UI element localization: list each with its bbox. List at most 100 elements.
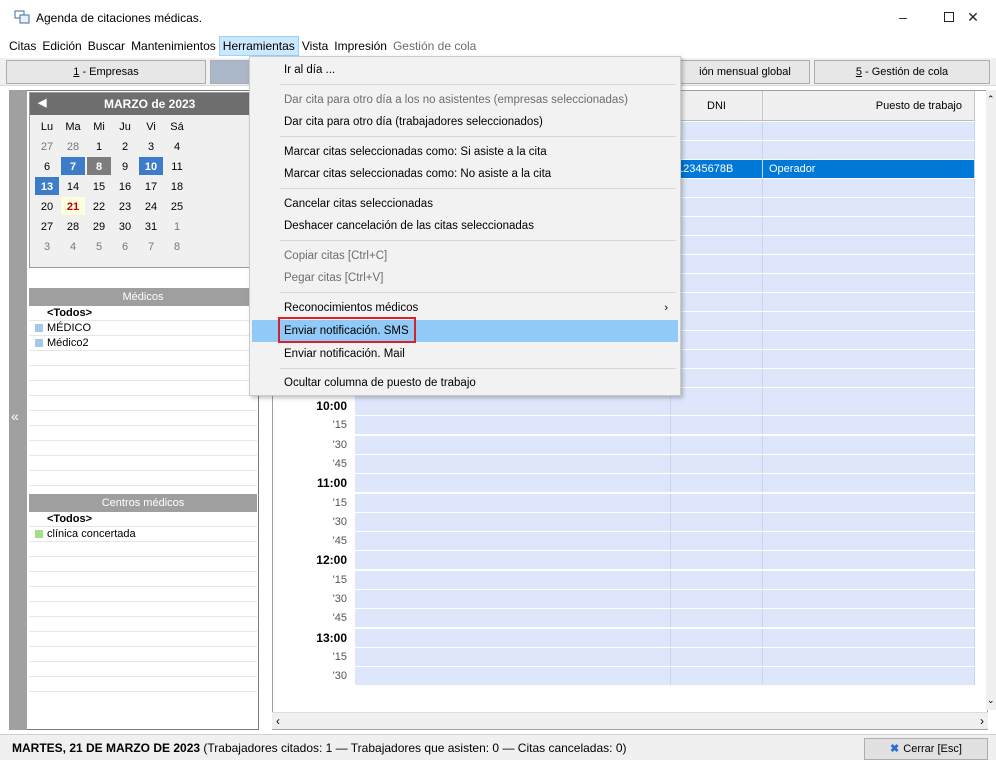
calendar-day[interactable]: 8 bbox=[165, 237, 189, 255]
close-window-button[interactable]: ✕ bbox=[950, 0, 996, 34]
calendar-day[interactable]: 15 bbox=[87, 177, 111, 195]
menu-reconocimientos-medicos[interactable]: Reconocimientos médicos › bbox=[252, 297, 678, 319]
calendar-day[interactable]: 25 bbox=[165, 197, 189, 215]
scroll-down-icon[interactable]: ⌄ bbox=[987, 695, 995, 706]
table-row[interactable]: '45 bbox=[273, 609, 975, 628]
grid-cell-dni[interactable]: 12345678B bbox=[671, 160, 763, 178]
tab-active[interactable] bbox=[210, 60, 250, 84]
grid-cell[interactable] bbox=[355, 609, 671, 628]
grid-cell-puesto[interactable] bbox=[763, 590, 975, 608]
calendar-day[interactable]: 7 bbox=[139, 237, 163, 255]
calendar-day[interactable]: 1 bbox=[165, 217, 189, 235]
grid-cell[interactable] bbox=[355, 590, 671, 608]
table-row[interactable]: 10:00 bbox=[273, 397, 975, 415]
grid-cell-puesto[interactable] bbox=[763, 570, 975, 589]
grid-cell-dni[interactable] bbox=[671, 609, 763, 628]
calendar-day[interactable]: 17 bbox=[139, 177, 163, 195]
grid-cell-puesto[interactable] bbox=[763, 312, 975, 330]
calendar-day[interactable]: 9 bbox=[113, 157, 137, 175]
menu-mantenimientos[interactable]: Mantenimientos bbox=[128, 36, 219, 56]
vertical-scrollbar[interactable]: ⌃ ⌄ bbox=[986, 90, 996, 710]
scroll-left-icon[interactable]: ‹ bbox=[276, 714, 280, 728]
table-row[interactable]: '45 bbox=[273, 454, 975, 473]
menu-gestion-cola[interactable]: Gestión de cola bbox=[390, 36, 479, 56]
calendar-day[interactable]: 18 bbox=[165, 177, 189, 195]
calendar-day[interactable]: 2 bbox=[113, 137, 137, 155]
grid-cell-puesto[interactable] bbox=[763, 255, 975, 273]
menu-herramientas[interactable]: Herramientas bbox=[218, 36, 299, 56]
grid-cell-dni[interactable] bbox=[671, 570, 763, 589]
medicos-item-medico[interactable]: MÉDICO bbox=[29, 321, 257, 336]
grid-cell-dni[interactable] bbox=[671, 493, 763, 512]
grid-cell-dni[interactable] bbox=[671, 198, 763, 216]
grid-cell[interactable] bbox=[355, 512, 671, 531]
grid-cell-dni[interactable] bbox=[671, 454, 763, 473]
grid-cell[interactable] bbox=[355, 416, 671, 435]
grid-cell[interactable] bbox=[355, 551, 671, 570]
calendar-day[interactable]: 10 bbox=[139, 157, 163, 175]
grid-cell-dni[interactable] bbox=[671, 551, 763, 570]
calendar-day[interactable]: 21 bbox=[61, 197, 85, 215]
grid-cell-puesto[interactable]: Operador bbox=[763, 160, 975, 178]
grid-cell[interactable] bbox=[355, 628, 671, 647]
grid-cell[interactable] bbox=[355, 454, 671, 473]
grid-cell[interactable] bbox=[355, 570, 671, 589]
grid-cell-dni[interactable] bbox=[671, 667, 763, 686]
grid-cell-dni[interactable] bbox=[671, 179, 763, 197]
calendar-day[interactable]: 11 bbox=[165, 157, 189, 175]
grid-cell-puesto[interactable] bbox=[763, 551, 975, 570]
grid-cell-dni[interactable] bbox=[671, 255, 763, 273]
calendar-day[interactable]: 23 bbox=[113, 197, 137, 215]
grid-cell-puesto[interactable] bbox=[763, 331, 975, 349]
calendar-day[interactable]: 20 bbox=[35, 197, 59, 215]
grid-cell-puesto[interactable] bbox=[763, 493, 975, 512]
calendar-day[interactable]: 27 bbox=[35, 217, 59, 235]
grid-cell[interactable] bbox=[355, 397, 671, 415]
grid-cell-puesto[interactable] bbox=[763, 350, 975, 368]
calendar-day[interactable]: 24 bbox=[139, 197, 163, 215]
table-row[interactable]: '30 bbox=[273, 512, 975, 531]
calendar-day[interactable]: 14 bbox=[61, 177, 85, 195]
menu-ir-al-dia[interactable]: Ir al día ... bbox=[252, 59, 678, 81]
calendar-day[interactable]: 28 bbox=[61, 137, 85, 155]
calendar-day[interactable]: 6 bbox=[113, 237, 137, 255]
calendar-day[interactable]: 6 bbox=[35, 157, 59, 175]
grid-cell-puesto[interactable] bbox=[763, 293, 975, 311]
calendar-day[interactable]: 13 bbox=[35, 177, 59, 195]
scroll-right-icon[interactable]: › bbox=[980, 714, 984, 728]
grid-cell-dni[interactable] bbox=[671, 312, 763, 330]
menu-impresion[interactable]: Impresión bbox=[331, 36, 390, 56]
grid-cell-dni[interactable] bbox=[671, 350, 763, 368]
calendar-day[interactable]: 31 bbox=[139, 217, 163, 235]
menu-marcar-no-asiste[interactable]: Marcar citas seleccionadas como: No asis… bbox=[252, 163, 678, 185]
menu-buscar[interactable]: Buscar bbox=[85, 36, 128, 56]
grid-cell-puesto[interactable] bbox=[763, 179, 975, 197]
calendar-day[interactable]: 27 bbox=[35, 137, 59, 155]
grid-cell-puesto[interactable] bbox=[763, 122, 975, 140]
grid-cell[interactable] bbox=[355, 435, 671, 454]
calendar-day[interactable]: 4 bbox=[61, 237, 85, 255]
calendar-day[interactable]: 30 bbox=[113, 217, 137, 235]
table-row[interactable]: 11:00 bbox=[273, 474, 975, 493]
grid-cell[interactable] bbox=[355, 647, 671, 666]
chevron-left-icon[interactable]: ◀ bbox=[38, 96, 46, 109]
calendar-day[interactable]: 22 bbox=[87, 197, 111, 215]
grid-cell-dni[interactable] bbox=[671, 141, 763, 159]
grid-cell-puesto[interactable] bbox=[763, 274, 975, 292]
grid-cell-puesto[interactable] bbox=[763, 647, 975, 666]
grid-cell-puesto[interactable] bbox=[763, 609, 975, 628]
menu-ocultar-columna[interactable]: Ocultar columna de puesto de trabajo bbox=[252, 372, 678, 394]
grid-cell-puesto[interactable] bbox=[763, 141, 975, 159]
centros-item-todos[interactable]: <Todos> bbox=[29, 512, 257, 527]
grid-cell-dni[interactable] bbox=[671, 293, 763, 311]
grid-cell-puesto[interactable] bbox=[763, 397, 975, 415]
table-row[interactable]: '30 bbox=[273, 435, 975, 454]
grid-cell[interactable] bbox=[355, 493, 671, 512]
grid-cell-puesto[interactable] bbox=[763, 512, 975, 531]
grid-cell-dni[interactable] bbox=[671, 512, 763, 531]
grid-cell-puesto[interactable] bbox=[763, 236, 975, 254]
table-row[interactable]: '15 bbox=[273, 570, 975, 589]
grid-cell-dni[interactable] bbox=[671, 122, 763, 140]
grid-cell[interactable] bbox=[355, 474, 671, 493]
grid-cell-puesto[interactable] bbox=[763, 369, 975, 387]
